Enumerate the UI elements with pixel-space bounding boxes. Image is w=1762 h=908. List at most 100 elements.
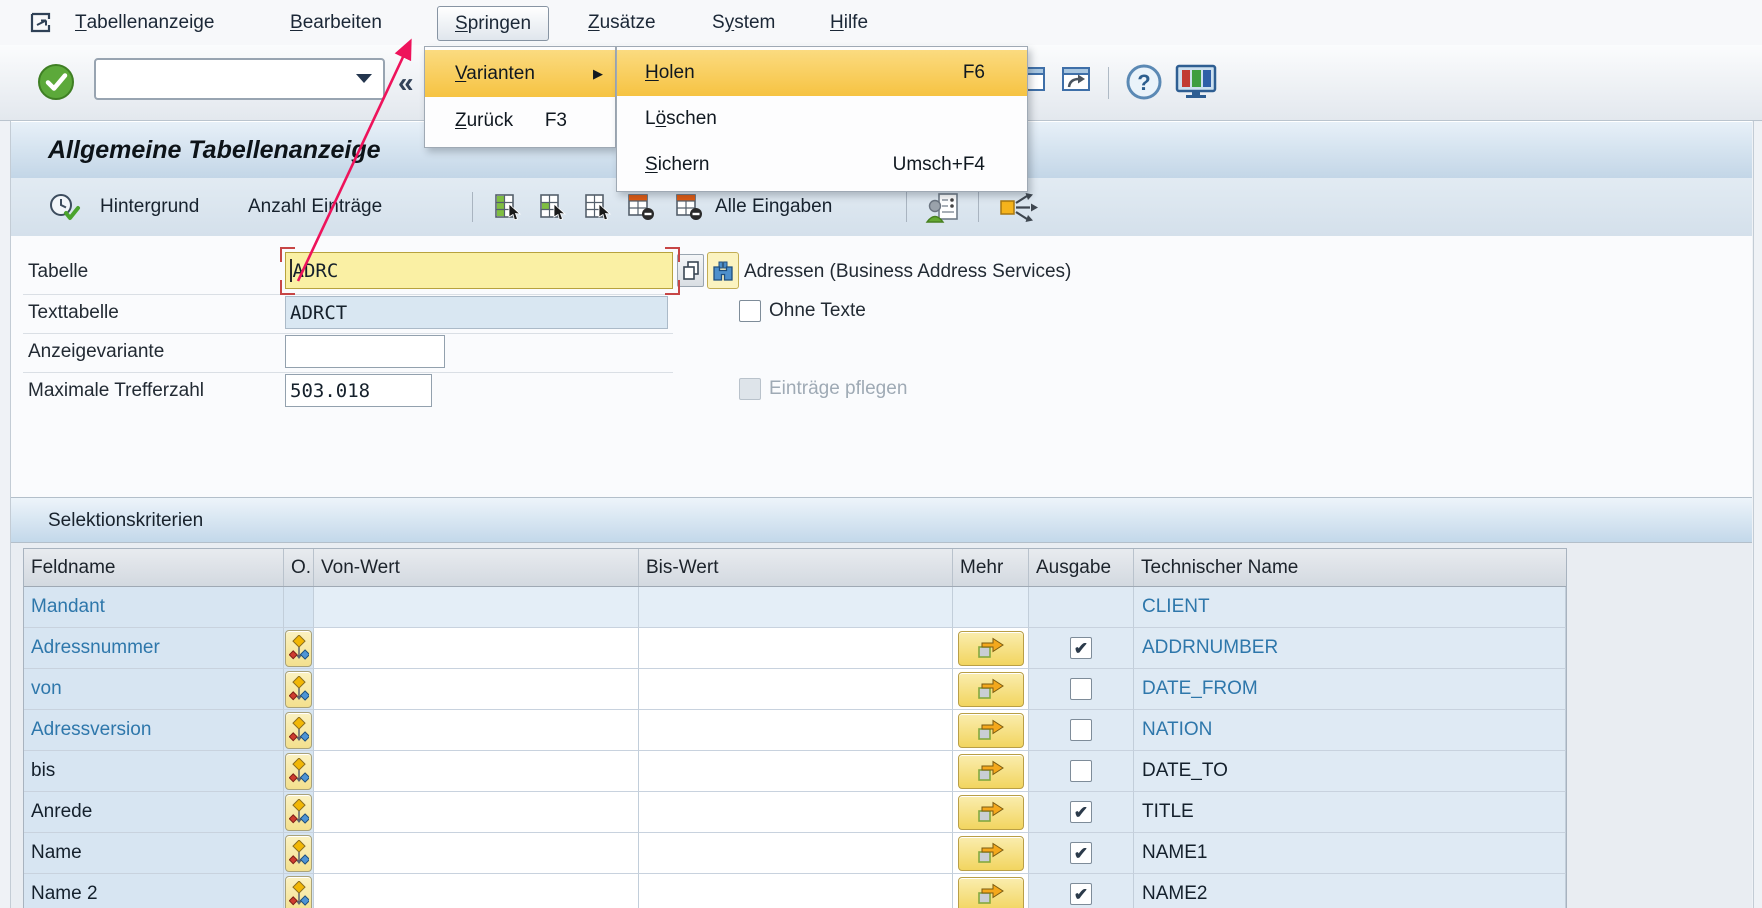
user-parameters-icon[interactable] [925, 191, 961, 230]
feldname-label[interactable]: Name 2 [24, 874, 284, 908]
transaction-window-icon[interactable] [28, 10, 54, 40]
delete-selection-icon[interactable] [625, 191, 657, 228]
ohne-texte-checkbox[interactable]: ✔ [739, 300, 761, 322]
bis-wert-input[interactable] [639, 751, 953, 792]
col-von-wert: Von-Wert [314, 549, 639, 586]
feldname-label[interactable]: Anrede [24, 792, 284, 833]
ausgabe-checkbox[interactable]: ✔ [1070, 801, 1092, 823]
table-row: Name 2 ✔ NAME2 [24, 874, 1566, 908]
feldname-link[interactable]: Mandant [24, 587, 284, 628]
ausgabe-checkbox[interactable]: ✔ [1070, 760, 1092, 782]
tabelle-input[interactable]: ADRC [285, 252, 673, 289]
hintergrund-button[interactable]: Hintergrund [100, 178, 199, 236]
feldname-label[interactable]: bis [24, 751, 284, 792]
anzahl-eintraege-button[interactable]: Anzahl Einträge [248, 178, 382, 236]
von-wert-input[interactable] [314, 833, 639, 874]
bis-wert-input[interactable] [639, 669, 953, 710]
multiple-selection-button[interactable] [958, 631, 1024, 666]
selection-options-button[interactable] [285, 835, 312, 872]
enter-check-button[interactable] [36, 62, 76, 107]
menu-system[interactable]: System [712, 0, 775, 45]
von-wert-input[interactable] [314, 874, 639, 908]
sap-gui-window: Tabellenanzeige Bearbeiten Springen Zusä… [0, 0, 1762, 908]
choose-fields-icon[interactable] [582, 191, 614, 228]
help-icon[interactable]: ? [1124, 62, 1164, 107]
command-field[interactable] [94, 58, 385, 100]
max-trefferzahl-input[interactable]: 503.018 [285, 374, 432, 407]
customize-layout-icon[interactable] [1174, 63, 1218, 106]
multiple-selection-button[interactable] [958, 795, 1024, 830]
feldname-link[interactable]: Adressversion [24, 710, 284, 751]
choose-selection-fields-icon[interactable] [492, 191, 524, 228]
menu-item-varianten[interactable]: Varianten [425, 50, 615, 97]
ausgabe-checkbox[interactable]: ✔ [1070, 842, 1092, 864]
ausgabe-checkbox[interactable]: ✔ [1070, 637, 1092, 659]
multiple-selection-button[interactable] [958, 836, 1024, 871]
shortcut-label: Umsch+F4 [893, 154, 985, 176]
von-wert-input[interactable] [314, 710, 639, 751]
texttabelle-field: ADRCT [285, 296, 668, 329]
menu-tabellenanzeige[interactable]: Tabellenanzeige [75, 0, 214, 45]
table-row: Name ✔ NAME1 [24, 833, 1566, 874]
focus-bracket [665, 247, 680, 262]
multiple-selection-button[interactable] [958, 754, 1024, 789]
bis-wert-input[interactable] [639, 792, 953, 833]
find-table-button[interactable] [707, 252, 739, 289]
multiple-selection-button[interactable] [958, 713, 1024, 748]
tabelle-description: Adressen (Business Address Services) [744, 261, 1071, 283]
collapse-toolbar-button[interactable]: « [398, 45, 414, 120]
multiple-selection-button[interactable] [958, 877, 1024, 908]
von-wert-input[interactable] [314, 669, 639, 710]
menu-zusaetze[interactable]: Zusätze [588, 0, 656, 45]
table-row: Adressnummer ✔ ADDRNUMBER [24, 628, 1566, 669]
anzeigevariante-input[interactable] [285, 335, 445, 368]
selection-options-button[interactable] [285, 753, 312, 790]
selection-criteria-table: Feldname O. Von-Wert Bis-Wert Mehr Ausga… [23, 548, 1567, 908]
text-caret [290, 259, 292, 282]
menu-item-loeschen[interactable]: Löschen [617, 96, 1027, 142]
menu-hilfe[interactable]: Hilfe [830, 0, 868, 45]
focus-bracket [665, 280, 680, 295]
selection-options-button[interactable] [285, 671, 312, 708]
feldname-link[interactable]: von [24, 669, 284, 710]
max-trefferzahl-label: Maximale Trefferzahl [28, 380, 204, 402]
command-dropdown-arrow-icon[interactable] [356, 74, 372, 83]
von-wert-input[interactable] [314, 792, 639, 833]
command-field-value [96, 60, 102, 80]
von-wert-input[interactable] [314, 628, 639, 669]
bis-wert-input[interactable] [639, 833, 953, 874]
technischer-name: NAME1 [1134, 833, 1566, 874]
ausgabe-checkbox[interactable]: ✔ [1070, 678, 1092, 700]
choose-selection-field-single-icon[interactable] [537, 191, 569, 228]
selection-options-button[interactable] [285, 876, 312, 908]
menu-item-zurueck[interactable]: Zurück F3 [425, 97, 615, 144]
menu-bearbeiten[interactable]: Bearbeiten [290, 0, 382, 45]
ausgabe-checkbox[interactable]: ✔ [1070, 883, 1092, 905]
bis-wert-input[interactable] [639, 628, 953, 669]
feldname-label[interactable]: Name [24, 833, 284, 874]
selection-options-button[interactable] [285, 794, 312, 831]
execute-in-background-icon[interactable] [48, 192, 82, 229]
von-wert-input[interactable] [314, 751, 639, 792]
technischer-name: CLIENT [1134, 587, 1566, 628]
selection-options-button[interactable] [285, 712, 312, 749]
bis-wert-input[interactable] [639, 710, 953, 751]
menu-item-sichern[interactable]: Sichern Umsch+F4 [617, 142, 1027, 188]
distribute-icon[interactable] [998, 191, 1042, 228]
multiple-selection-button[interactable] [958, 672, 1024, 707]
submenu-arrow-icon [593, 66, 603, 82]
possible-entries-button[interactable] [677, 254, 704, 287]
sap-shortcut-icon[interactable] [1058, 63, 1094, 104]
selection-options-button[interactable] [285, 630, 312, 667]
table-header-row: Feldname O. Von-Wert Bis-Wert Mehr Ausga… [24, 549, 1566, 587]
delete-all-inputs-icon[interactable] [673, 191, 705, 228]
focus-bracket [280, 280, 295, 295]
technischer-name: DATE_TO [1134, 751, 1566, 792]
menu-springen[interactable]: Springen [437, 6, 549, 41]
ausgabe-checkbox[interactable]: ✔ [1070, 719, 1092, 741]
technischer-name: NAME2 [1134, 874, 1566, 908]
bis-wert-input[interactable] [639, 874, 953, 908]
eintraege-pflegen-checkbox: ✔ [739, 378, 761, 400]
menu-item-holen[interactable]: Holen F6 [617, 50, 1027, 96]
feldname-link[interactable]: Adressnummer [24, 628, 284, 669]
